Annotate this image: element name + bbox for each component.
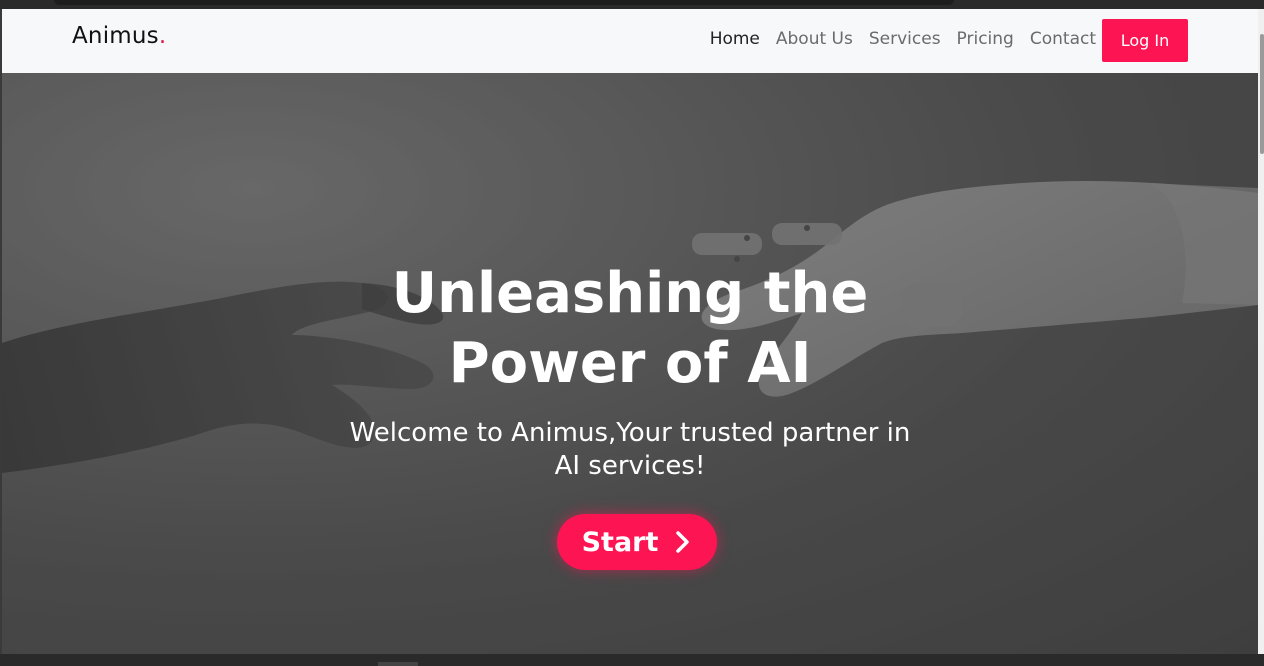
hero-subtitle-line-2: AI services!: [554, 451, 706, 481]
hero-title-line-2: Power of AI: [448, 331, 812, 396]
start-button-label: Start: [581, 526, 659, 558]
scrollbar-thumb[interactable]: [1260, 34, 1264, 154]
brand-dot: .: [158, 23, 167, 49]
hero-subtitle: Welcome to Animus,Your trusted partner i…: [280, 417, 980, 483]
chevron-right-icon: [676, 531, 690, 553]
hero-title-line-1: Unleashing the: [391, 261, 869, 326]
browser-tab-edge: [54, 0, 954, 5]
nav-link-pricing[interactable]: Pricing: [957, 29, 1014, 49]
navbar: Animus. Home About Us Services Pricing C…: [2, 9, 1258, 73]
hero-section: Unleashing the Power of AI Welcome to An…: [2, 73, 1258, 654]
taskbar-notch: [378, 662, 418, 666]
nav-link-about-us[interactable]: About Us: [776, 29, 853, 49]
hero-subtitle-line-1: Welcome to Animus,Your trusted partner i…: [349, 418, 911, 448]
login-button[interactable]: Log In: [1102, 19, 1188, 62]
browser-frame: Animus. Home About Us Services Pricing C…: [0, 0, 1264, 666]
brand-logo[interactable]: Animus.: [72, 23, 166, 49]
browser-bottom-strip: [0, 654, 1264, 666]
browser-top-strip: [0, 0, 1264, 9]
page-viewport: Animus. Home About Us Services Pricing C…: [2, 9, 1258, 654]
start-button[interactable]: Start: [557, 514, 717, 570]
nav-link-contact[interactable]: Contact: [1030, 29, 1096, 49]
nav-links: Home About Us Services Pricing Contact: [710, 29, 1096, 49]
brand-name: Animus: [72, 23, 159, 49]
hero-title: Unleashing the Power of AI: [230, 259, 1030, 399]
nav-link-services[interactable]: Services: [869, 29, 941, 49]
nav-link-home[interactable]: Home: [710, 29, 760, 49]
